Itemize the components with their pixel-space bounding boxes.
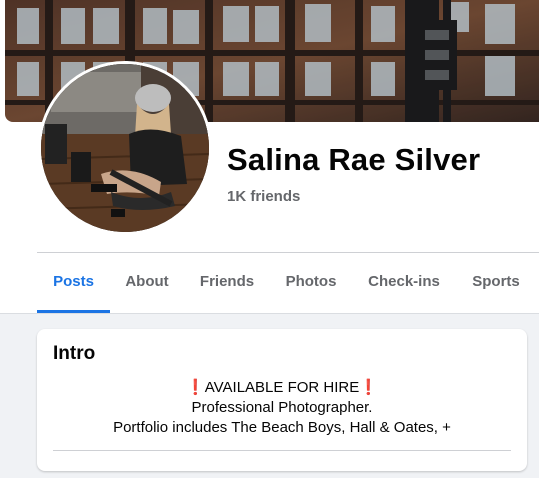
tab-about[interactable]: About — [111, 253, 183, 310]
intro-divider — [53, 450, 511, 451]
exclamation-icon: ❗ — [186, 379, 205, 396]
bio-line-2: Professional Photographer. — [191, 399, 373, 416]
profile-tabs: Posts About Friends Photos Check-ins Spo… — [37, 253, 539, 313]
tab-posts[interactable]: Posts — [37, 253, 110, 310]
exclamation-icon: ❗ — [359, 379, 378, 396]
intro-bio: ❗AVAILABLE FOR HIRE❗ Professional Photog… — [37, 378, 527, 438]
profile-page: Salina Rae Silver 1K friends Posts About… — [0, 0, 539, 478]
profile-header: Salina Rae Silver 1K friends Posts About… — [0, 0, 539, 314]
tab-sports[interactable]: Sports — [459, 253, 533, 310]
bio-line-3: Portfolio includes The Beach Boys, Hall … — [113, 419, 451, 436]
friends-count[interactable]: 1K friends — [227, 188, 300, 205]
bio-line-1: ❗AVAILABLE FOR HIRE❗ — [37, 378, 527, 398]
tab-photos[interactable]: Photos — [273, 253, 349, 310]
intro-title: Intro — [53, 343, 96, 364]
intro-card: Intro ❗AVAILABLE FOR HIRE❗ Professional … — [37, 329, 527, 471]
tab-check-ins[interactable]: Check-ins — [355, 253, 453, 310]
header-shadow — [0, 313, 539, 314]
profile-avatar[interactable] — [41, 64, 209, 232]
tab-friends[interactable]: Friends — [187, 253, 267, 310]
profile-name: Salina Rae Silver — [227, 142, 481, 177]
bio-line-1-text: AVAILABLE FOR HIRE — [204, 379, 360, 396]
